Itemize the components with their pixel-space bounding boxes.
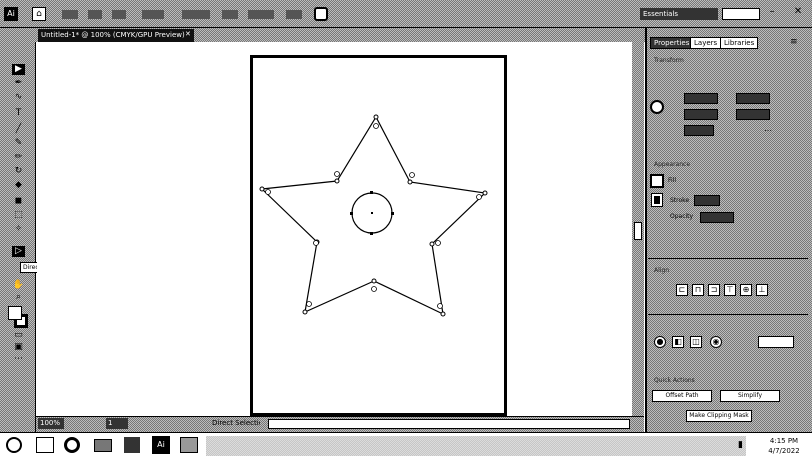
opacity-field[interactable]	[700, 212, 734, 223]
anchor-point[interactable]	[371, 278, 377, 284]
anchor-points[interactable]	[259, 114, 488, 317]
fill-color-swatch[interactable]	[650, 174, 664, 188]
folder-icon[interactable]	[94, 439, 112, 452]
corner-widget[interactable]	[306, 301, 312, 307]
explorer-icon[interactable]	[36, 437, 54, 453]
corner-widget[interactable]	[334, 171, 340, 177]
h-field[interactable]	[736, 109, 770, 120]
circle-anchors[interactable]	[350, 191, 394, 235]
anchor-point[interactable]	[440, 311, 446, 317]
paint-icon[interactable]	[180, 437, 198, 453]
clock-time[interactable]: 4:15 PM	[760, 436, 808, 446]
anchor-point[interactable]	[302, 309, 308, 315]
clock-date[interactable]: 4/7/2022	[760, 446, 808, 456]
panel-divider-2	[648, 314, 808, 315]
anchor-point[interactable]	[429, 241, 435, 247]
tab-libraries[interactable]: Libraries	[720, 37, 759, 49]
corner-widget[interactable]	[437, 303, 443, 309]
x-field[interactable]	[684, 93, 718, 104]
anchor-point[interactable]	[373, 114, 379, 120]
anchor-point[interactable]	[334, 178, 340, 184]
align-top-icon[interactable]: ⊤	[724, 284, 736, 296]
minus-front-icon[interactable]: ◧	[672, 336, 684, 348]
section-align: Align	[654, 267, 670, 274]
align-right-icon[interactable]: ⊐	[708, 284, 720, 296]
corner-widget[interactable]	[265, 189, 271, 195]
artboard-number[interactable]: 1	[106, 418, 128, 429]
align-bottom-icon[interactable]: ⊥	[756, 284, 768, 296]
y-field[interactable]	[684, 109, 718, 120]
stroke-label: Stroke	[670, 197, 690, 204]
w-field[interactable]	[736, 93, 770, 104]
corner-widget[interactable]	[409, 172, 415, 178]
make-clipping-mask-button[interactable]: Make Clipping Mask	[686, 410, 752, 422]
store-icon[interactable]	[124, 437, 140, 453]
tab-properties[interactable]: Properties	[650, 37, 694, 49]
taskbar-filler	[206, 436, 746, 456]
align-vcenter-icon[interactable]: ⊕	[740, 284, 752, 296]
unite-icon[interactable]: ●	[654, 336, 666, 348]
anchor-point[interactable]	[259, 186, 265, 192]
section-transform: Transform	[654, 57, 684, 64]
start-icon[interactable]	[6, 437, 22, 453]
intersect-icon[interactable]: ◫	[690, 336, 702, 348]
illustrator-icon[interactable]: Ai	[152, 436, 170, 454]
align-left-icon[interactable]: ⊏	[676, 284, 688, 296]
fill-label: Fill	[668, 177, 677, 184]
panel-menu-icon[interactable]: ≡	[790, 36, 804, 48]
horizontal-scrollbar[interactable]	[268, 419, 630, 429]
current-tool-status[interactable]: Direct Selection	[212, 418, 260, 429]
corner-widget[interactable]	[371, 286, 377, 292]
anchor-point[interactable]	[482, 190, 488, 196]
opacity-label: Opacity	[670, 213, 694, 220]
corner-widget[interactable]	[435, 240, 441, 246]
network-icon[interactable]: ▮	[738, 440, 750, 450]
star-path[interactable]	[260, 115, 487, 316]
exclude-icon[interactable]: ◉	[710, 336, 722, 348]
chrome-icon[interactable]	[64, 437, 80, 453]
reference-point-icon[interactable]	[650, 100, 664, 114]
corner-widget[interactable]	[476, 194, 482, 200]
simplify-button[interactable]: Simplify	[720, 390, 780, 402]
offset-path-button[interactable]: Offset Path	[652, 390, 712, 402]
section-quick-actions: Quick Actions	[654, 377, 695, 384]
stroke-weight-field[interactable]	[694, 195, 720, 206]
angle-field[interactable]	[684, 125, 714, 136]
stroke-color-swatch[interactable]	[651, 193, 663, 207]
tab-layers[interactable]: Layers	[690, 37, 722, 49]
more-options-icon[interactable]: ⋯	[764, 127, 774, 135]
anchor-point[interactable]	[407, 179, 413, 185]
align-hcenter-icon[interactable]: ⊓	[692, 284, 704, 296]
zoom-level[interactable]: 100%	[38, 418, 64, 429]
corner-widget[interactable]	[373, 123, 379, 129]
panel-divider-1	[648, 258, 808, 259]
shape-mode-options[interactable]	[758, 336, 794, 348]
corner-widget[interactable]	[313, 240, 319, 246]
section-appearance: Appearance	[654, 161, 691, 168]
right-panel	[645, 28, 812, 432]
